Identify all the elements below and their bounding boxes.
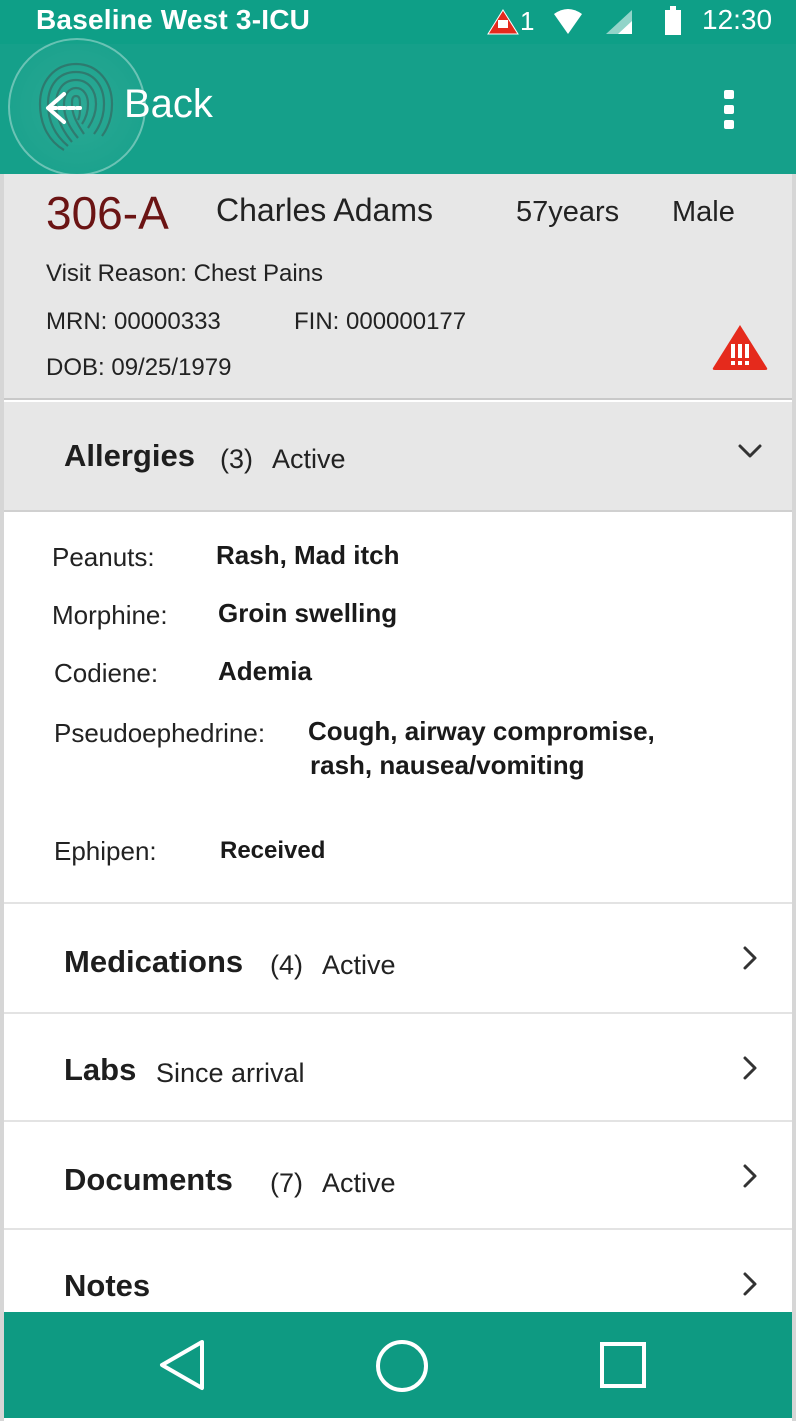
clock: 12:30: [702, 4, 773, 35]
back-arrow-icon[interactable]: [44, 90, 84, 126]
nav-back-icon[interactable]: [154, 1338, 210, 1392]
patient-name: Charles Adams: [216, 192, 433, 228]
ephipen-value: Received: [220, 837, 326, 864]
ephipen-label: Ephipen:: [54, 836, 157, 866]
wifi-icon: [554, 9, 582, 34]
cell-signal-icon: [606, 10, 632, 34]
system-nav-bar: [4, 1312, 792, 1418]
medications-count: (4): [270, 950, 303, 980]
patient-sex: Male: [672, 196, 735, 228]
room-number: 306-A: [46, 187, 169, 239]
documents-title: Documents: [64, 1162, 233, 1197]
section-medications[interactable]: Medications (4) Active: [4, 904, 792, 1014]
screen-frame-right: [792, 0, 796, 1421]
medications-title: Medications: [64, 944, 244, 979]
allergy-name: Morphine:: [52, 600, 168, 630]
patient-age: 57years: [516, 196, 620, 228]
medications-status: Active: [322, 950, 396, 980]
documents-status: Active: [322, 1168, 396, 1198]
chevron-right-icon: [743, 1056, 757, 1080]
visit-reason: Visit Reason: Chest Pains: [46, 260, 324, 287]
mrn: MRN: 00000333: [46, 308, 221, 335]
allergies-list: Peanuts: Rash, Mad itch Morphine: Groin …: [4, 512, 792, 904]
allergy-name: Peanuts:: [52, 542, 155, 572]
alert-triangle-icon[interactable]: [710, 322, 770, 372]
allergy-reaction: Groin swelling: [218, 598, 398, 628]
nav-home-icon[interactable]: [374, 1338, 430, 1394]
notes-title: Notes: [64, 1268, 151, 1303]
battery-icon: [665, 6, 681, 35]
section-documents[interactable]: Documents (7) Active: [4, 1122, 792, 1230]
chevron-right-icon: [743, 1164, 757, 1188]
chevron-right-icon: [743, 946, 757, 970]
allergy-reaction: Ademia: [218, 656, 312, 686]
allergies-count: (3): [220, 444, 253, 474]
alert-icon: [487, 9, 519, 35]
dob: DOB: 09/25/1979: [46, 354, 232, 381]
allergy-reaction: Rash, Mad itch: [216, 540, 400, 570]
nav-recents-icon[interactable]: [598, 1340, 648, 1390]
labs-status: Since arrival: [156, 1058, 305, 1088]
alert-count: 1: [520, 6, 535, 36]
allergy-reaction: Cough, airway compromise,: [308, 716, 655, 746]
documents-count: (7): [270, 1168, 303, 1198]
patient-banner: 306-A Charles Adams 57years Male Visit R…: [4, 174, 792, 400]
fin: FIN: 000000177: [294, 308, 467, 335]
section-labs[interactable]: Labs Since arrival: [4, 1014, 792, 1122]
labs-title: Labs: [64, 1052, 137, 1087]
allergies-status: Active: [272, 444, 346, 474]
chevron-right-icon: [743, 1272, 757, 1296]
allergy-name: Pseudoephedrine:: [54, 718, 266, 748]
section-notes[interactable]: Notes: [4, 1230, 792, 1312]
status-bar: Baseline West 3-ICU 1 12:30: [0, 0, 796, 44]
more-vert-icon[interactable]: [716, 86, 744, 134]
allergy-reaction-cont: rash, nausea/vomiting: [310, 750, 585, 780]
allergies-header[interactable]: Allergies (3) Active: [4, 402, 792, 512]
chevron-down-icon[interactable]: [736, 438, 764, 466]
unit-label: Baseline West 3-ICU: [36, 4, 311, 35]
back-button[interactable]: Back: [124, 82, 213, 127]
allergy-name: Codiene:: [54, 658, 159, 688]
allergies-title: Allergies: [64, 438, 195, 473]
